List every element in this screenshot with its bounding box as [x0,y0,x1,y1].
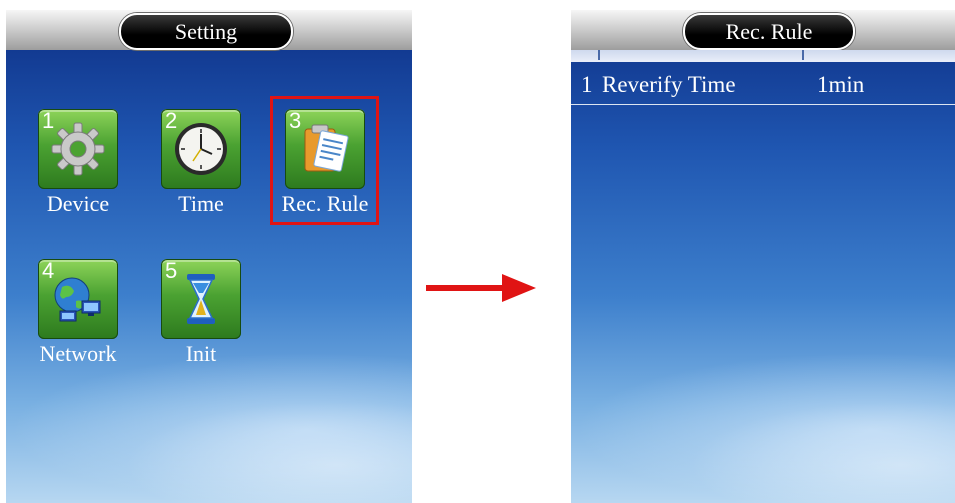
menu-item-time[interactable]: 2 Time [146,109,256,217]
selection-highlight [270,96,379,225]
column-divider [802,50,804,60]
menu-item-device[interactable]: 1 Device [23,109,133,217]
rec-rule-screen: Rec. Rule 1 Reverify Time 1min [571,10,955,503]
menu-item-network[interactable]: 4 Network [23,259,133,367]
title-bar: Setting [6,10,412,50]
icon-tile: 2 [161,109,241,189]
rule-name: Reverify Time [602,72,736,97]
setting-screen: Setting 1 Device 2 Time 3 Rec. Rule 4 Ne… [6,10,412,503]
item-label: Init [185,341,217,366]
screen-title: Rec. Rule [683,13,855,50]
gear-icon [51,122,105,176]
item-label: Device [46,191,110,216]
hourglass-icon [187,274,215,324]
menu-item-init[interactable]: 5 Init [146,259,256,367]
right-arrow-icon [426,274,536,302]
screen-title: Setting [119,13,293,50]
icon-tile: 4 [38,259,118,339]
icon-tile: 1 [38,109,118,189]
title-bar: Rec. Rule [571,10,955,50]
table-row[interactable]: 1 Reverify Time 1min [571,68,955,105]
clock-icon [175,123,227,175]
column-header-strip [571,50,955,62]
row-index: 1 [581,72,593,97]
rule-value: 1min [817,72,865,97]
icon-tile: 5 [161,259,241,339]
item-label: Network [39,341,117,366]
column-divider [598,50,600,60]
item-label: Time [178,191,224,216]
network-globe-icon [54,277,101,322]
